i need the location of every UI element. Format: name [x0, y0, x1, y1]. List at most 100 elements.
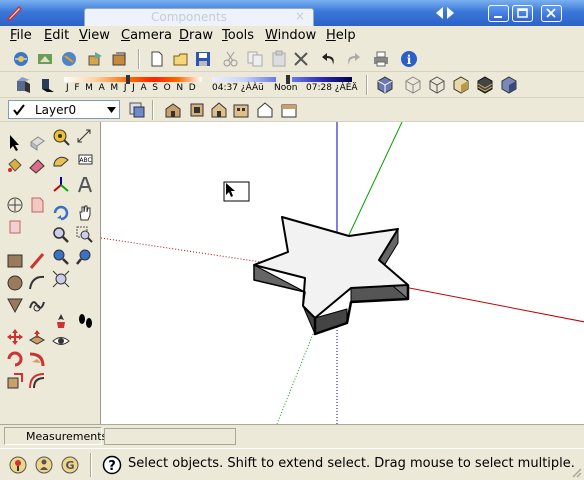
place-model-icon[interactable]: [60, 50, 78, 68]
credits-icon[interactable]: [34, 455, 54, 475]
erase-icon[interactable]: [292, 50, 310, 68]
iso-camera-view-icon[interactable]: [164, 101, 182, 119]
look-around-icon[interactable]: [52, 312, 70, 330]
copy-icon[interactable]: [246, 50, 264, 68]
components-tab[interactable]: Components ×: [84, 8, 314, 26]
line-tool-icon[interactable]: [28, 252, 46, 270]
pan-icon[interactable]: [76, 204, 94, 222]
offset-tool-icon[interactable]: [28, 372, 46, 390]
walk-icon[interactable]: [76, 312, 94, 330]
open-file-icon[interactable]: [172, 50, 190, 68]
model-info-icon[interactable]: i: [400, 50, 418, 68]
menu-edit[interactable]: Edit: [44, 28, 69, 43]
position-camera-icon[interactable]: [28, 196, 46, 214]
protractor-icon[interactable]: [52, 152, 70, 170]
undo-icon[interactable]: [320, 50, 338, 68]
cut-icon[interactable]: [222, 50, 240, 68]
layer-manager-icon[interactable]: [128, 101, 146, 119]
iso-view-icon[interactable]: [376, 76, 394, 94]
circle-tool-icon[interactable]: [6, 274, 24, 292]
section-plane-icon[interactable]: [6, 218, 24, 236]
drawing-viewport[interactable]: [100, 121, 584, 425]
left-view-icon[interactable]: [280, 101, 298, 119]
right-view-icon[interactable]: [232, 101, 250, 119]
resize-grip-icon[interactable]: [570, 466, 582, 478]
noon-label: Noon: [274, 83, 298, 93]
menu-camera[interactable]: Camera: [121, 28, 172, 43]
paint-bucket-icon[interactable]: [6, 156, 24, 174]
menu-window[interactable]: Window: [265, 28, 316, 43]
menu-help[interactable]: Help: [326, 28, 356, 43]
google-earth-icon[interactable]: [36, 50, 54, 68]
orbit-icon[interactable]: [52, 204, 70, 222]
zoom-window-icon[interactable]: [76, 226, 94, 244]
shadow-settings-icon[interactable]: [14, 76, 32, 94]
chevron-down-icon[interactable]: [107, 107, 116, 113]
back-view-icon[interactable]: [256, 101, 274, 119]
select-tool-icon[interactable]: [6, 134, 24, 152]
time-start-label: 04:37 ¿ÀÀü: [212, 83, 264, 93]
scale-tool-icon[interactable]: [6, 372, 24, 390]
star-component[interactable]: [253, 216, 410, 336]
geo-location-icon[interactable]: [8, 455, 28, 475]
menu-view[interactable]: View: [79, 28, 110, 43]
print-icon[interactable]: [372, 50, 390, 68]
wireframe-icon[interactable]: [428, 76, 446, 94]
status-bar: G ? Select objects. Shift to extend sele…: [0, 448, 584, 480]
previous-view-icon[interactable]: [52, 248, 70, 266]
measurements-input[interactable]: [104, 428, 236, 445]
make-component-icon[interactable]: [28, 134, 46, 152]
display-shadows-icon[interactable]: [38, 76, 56, 94]
save-icon[interactable]: [194, 50, 212, 68]
zoom-extents-icon[interactable]: [52, 270, 70, 288]
dimension-icon[interactable]: [76, 128, 94, 146]
monochrome-icon[interactable]: [500, 76, 518, 94]
shaded-icon[interactable]: [452, 76, 470, 94]
time-slider[interactable]: 04:37 ¿ÀÀü Noon 07:28 ¿ÀÈÄ: [212, 75, 358, 95]
next-view-icon[interactable]: [76, 248, 94, 266]
top-view-icon[interactable]: [188, 101, 206, 119]
polygon-tool-icon[interactable]: [6, 296, 24, 314]
components-tab-close[interactable]: ×: [295, 9, 305, 23]
3d-text-icon[interactable]: [76, 176, 94, 194]
walkthrough-icon[interactable]: [6, 196, 24, 214]
time-end-label: 07:28 ¿ÀÈÄ: [306, 83, 358, 93]
get-photo-texture-icon[interactable]: [12, 50, 30, 68]
xray-view-icon[interactable]: [404, 76, 422, 94]
maximize-button[interactable]: [512, 5, 533, 22]
rotate-tool-icon[interactable]: [6, 350, 24, 368]
rectangle-tool-icon[interactable]: [6, 252, 24, 270]
google-sign-in-icon[interactable]: G: [60, 455, 80, 475]
menu-file[interactable]: File: [10, 28, 32, 43]
model-scene[interactable]: [100, 121, 584, 425]
tape-measure-icon[interactable]: [52, 128, 70, 146]
move-tool-icon[interactable]: [6, 328, 24, 346]
layer-dropdown[interactable]: Layer0: [8, 100, 120, 119]
front-view-icon[interactable]: [210, 101, 228, 119]
push-pull-icon[interactable]: [28, 328, 46, 346]
share-model-icon[interactable]: [86, 50, 104, 68]
shaded-textures-icon[interactable]: [476, 76, 494, 94]
freehand-tool-icon[interactable]: [28, 296, 46, 314]
follow-me-icon[interactable]: [28, 350, 46, 368]
eraser-icon[interactable]: [28, 156, 46, 174]
window-nav-arrows-icon[interactable]: [434, 6, 456, 20]
redo-icon[interactable]: [344, 50, 362, 68]
sketchup-app-icon[interactable]: [5, 4, 23, 22]
close-icon: [546, 8, 556, 18]
eye-icon[interactable]: [52, 332, 70, 350]
month-slider[interactable]: J F M A M J J A S O N D: [64, 75, 204, 95]
close-button[interactable]: [541, 5, 562, 22]
menu-tools[interactable]: Tools: [222, 28, 254, 43]
zoom-icon[interactable]: [52, 226, 70, 244]
minimize-button[interactable]: [488, 5, 509, 22]
menu-draw[interactable]: Draw: [179, 28, 213, 43]
share-component-icon[interactable]: [110, 50, 128, 68]
text-tool-icon[interactable]: ABC: [76, 152, 94, 170]
axes-tool-icon[interactable]: [52, 176, 70, 194]
paste-icon[interactable]: [270, 50, 288, 68]
help-icon[interactable]: ?: [102, 455, 122, 475]
menu-bar: File Edit View Camera Draw Tools Window …: [0, 26, 584, 46]
new-file-icon[interactable]: [148, 50, 166, 68]
arc-tool-icon[interactable]: [28, 274, 46, 292]
